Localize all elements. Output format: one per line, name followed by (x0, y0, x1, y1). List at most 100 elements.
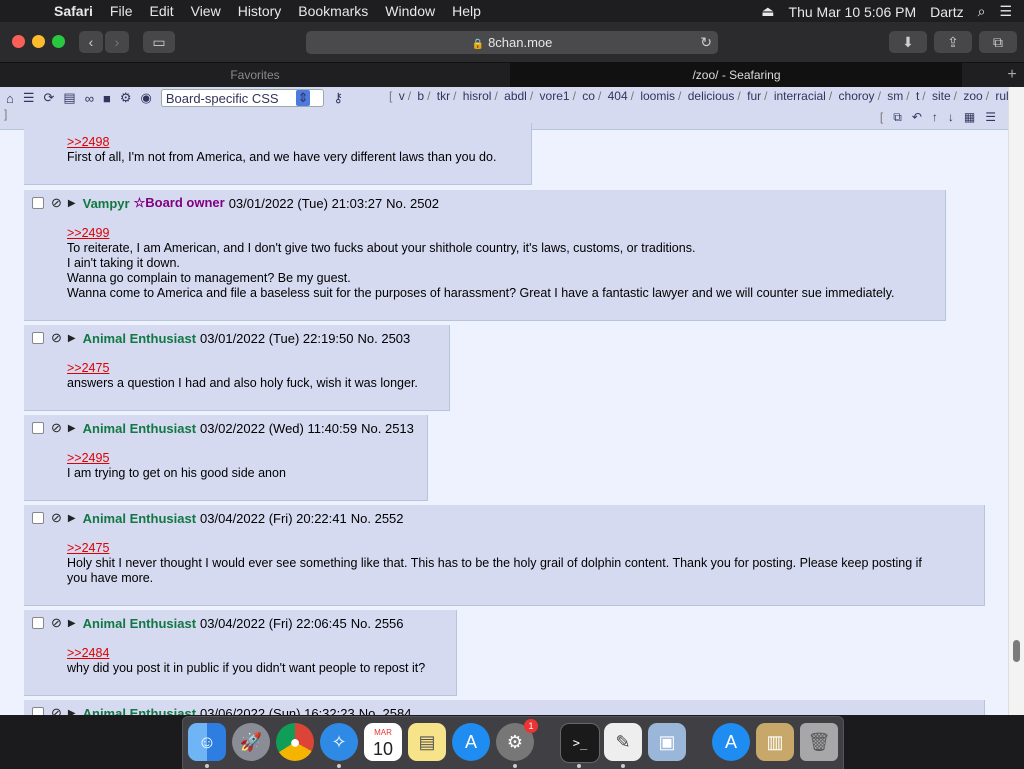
page-scrollbar[interactable] (1008, 87, 1024, 715)
textedit-icon[interactable]: ✎ (604, 723, 642, 761)
board-link-rule34[interactable]: rule34 (995, 89, 1008, 103)
post-number[interactable]: No. 2513 (361, 421, 414, 436)
system-preferences-icon[interactable]: ⚙ 1 (496, 719, 538, 761)
hide-post-icon[interactable]: ⊘ (51, 615, 62, 631)
board-link-b[interactable]: b (417, 89, 424, 103)
board-link-loomis[interactable]: loomis (640, 89, 675, 103)
tab-active[interactable]: /zoo/ - Seafaring (511, 63, 962, 87)
post-number[interactable]: No. 2503 (358, 331, 411, 346)
post-quote-link[interactable]: >>2475 (67, 361, 109, 375)
safari-icon[interactable]: ✧ (320, 723, 358, 761)
notes-icon[interactable]: ▤ (408, 723, 446, 761)
board-link-hisrol[interactable]: hisrol (463, 89, 492, 103)
board-link-site[interactable]: site (932, 89, 951, 103)
spotlight-search-icon[interactable]: ⌕ (978, 3, 986, 20)
terminal-icon[interactable]: >_ (560, 723, 600, 763)
post-quote-link[interactable]: >>2499 (67, 226, 109, 240)
refresh-icon[interactable]: ⟳ (44, 90, 55, 106)
calendar-icon[interactable]: MAR 10 (364, 723, 402, 761)
hide-post-icon[interactable]: ⊘ (51, 510, 62, 526)
back-button[interactable]: ‹ (79, 31, 103, 53)
sidebar-toggle-button[interactable]: ▭ (143, 31, 175, 53)
board-link-tkr[interactable]: tkr (437, 89, 450, 103)
hide-post-icon[interactable]: ⊘ (51, 420, 62, 436)
post-number[interactable]: No. 2556 (351, 616, 404, 631)
hide-post-icon[interactable]: ⊘ (51, 195, 62, 211)
post-menu-icon[interactable]: ▶ (68, 423, 76, 434)
tab-favorites[interactable]: Favorites (0, 63, 511, 87)
post-checkbox[interactable] (32, 617, 44, 629)
preview-icon[interactable]: ▣ (648, 723, 686, 761)
new-tab-button[interactable]: + (1000, 63, 1024, 87)
scroll-bottom-icon[interactable]: ↓ (948, 110, 954, 125)
close-window-button[interactable] (12, 35, 25, 48)
index-list-icon[interactable]: ☰ (985, 110, 996, 125)
catalog-grid-icon[interactable]: ▦ (964, 110, 975, 125)
address-bar[interactable]: 🔒 8chan.moe ↻ (306, 31, 718, 54)
scrollbar-thumb[interactable] (1013, 640, 1020, 662)
menu-edit[interactable]: Edit (149, 3, 173, 19)
post-menu-icon[interactable]: ▶ (68, 618, 76, 629)
post-menu-icon[interactable]: ▶ (68, 513, 76, 524)
post-number[interactable]: No. 2502 (386, 196, 439, 211)
menu-bookmarks[interactable]: Bookmarks (298, 3, 368, 19)
settings-gear-icon[interactable]: ⚙ (120, 90, 132, 106)
app-store-2-icon[interactable]: A (712, 723, 750, 761)
post-number[interactable]: No. 2552 (351, 511, 404, 526)
share-button[interactable]: ⇪ (934, 31, 972, 53)
post-checkbox[interactable] (32, 512, 44, 524)
archive-icon[interactable]: ■ (103, 91, 111, 106)
board-link-choroy[interactable]: choroy (839, 89, 875, 103)
scroll-top-icon[interactable]: ↑ (932, 110, 938, 125)
menu-app[interactable]: Safari (54, 3, 93, 19)
board-link-404[interactable]: 404 (608, 89, 628, 103)
menu-view[interactable]: View (191, 3, 221, 19)
chrome-icon[interactable]: ● (276, 723, 314, 761)
watcher-eye-icon[interactable]: ◉ (141, 90, 152, 106)
trash-icon[interactable]: 🗑 (800, 723, 838, 761)
forward-button[interactable]: › (105, 31, 129, 53)
hide-post-icon[interactable]: ⊘ (51, 330, 62, 346)
menu-history[interactable]: History (238, 3, 282, 19)
board-link-vore1[interactable]: vore1 (540, 89, 570, 103)
app-store-icon[interactable]: A (452, 723, 490, 761)
board-link-zoo[interactable]: zoo (963, 89, 982, 103)
undo-icon[interactable]: ↶ (912, 110, 922, 125)
minimize-window-button[interactable] (32, 35, 45, 48)
board-link-fur[interactable]: fur (747, 89, 761, 103)
boards-icon[interactable]: ▤ (63, 90, 75, 106)
expand-all-icon[interactable]: ⧉ (893, 110, 902, 125)
post-quote-link[interactable]: >>2495 (67, 451, 109, 465)
menu-file[interactable]: File (110, 3, 133, 19)
overboard-icon[interactable]: ∞ (85, 91, 94, 106)
post-quote-link[interactable]: >>2498 (67, 135, 109, 149)
notification-center-icon[interactable]: ☰ (999, 3, 1012, 20)
post-checkbox[interactable] (32, 707, 44, 715)
post-menu-icon[interactable]: ▶ (68, 708, 76, 716)
board-link-delicious[interactable]: delicious (688, 89, 735, 103)
board-link-co[interactable]: co (582, 89, 595, 103)
app-icon[interactable]: ▥ (756, 723, 794, 761)
menubar-clock[interactable]: Thu Mar 10 5:06 PM (789, 4, 917, 20)
downloads-button[interactable]: ⬇ (889, 31, 927, 53)
post-quote-link[interactable]: >>2475 (67, 541, 109, 555)
hide-post-icon[interactable]: ⊘ (51, 705, 62, 715)
board-link-interracial[interactable]: interracial (774, 89, 826, 103)
board-link-t[interactable]: t (916, 89, 919, 103)
menu-help[interactable]: Help (452, 3, 481, 19)
post-checkbox[interactable] (32, 332, 44, 344)
post-menu-icon[interactable]: ▶ (68, 333, 76, 344)
post-checkbox[interactable] (32, 197, 44, 209)
post-menu-icon[interactable]: ▶ (68, 198, 76, 209)
board-link-abdl[interactable]: abdl (504, 89, 527, 103)
key-icon[interactable]: ⚷ (333, 90, 343, 106)
zoom-window-button[interactable] (52, 35, 65, 48)
finder-icon[interactable]: ☺ (188, 723, 226, 761)
home-icon[interactable]: ⌂ (6, 91, 14, 106)
board-link-sm[interactable]: sm (887, 89, 903, 103)
board-link-v[interactable]: v (399, 89, 405, 103)
menu-window[interactable]: Window (385, 3, 435, 19)
menubar-user[interactable]: Dartz (930, 4, 963, 20)
post-number[interactable]: No. 2584 (359, 706, 412, 716)
css-select-dropdown[interactable]: Board-specific CSS ⇕ (160, 89, 325, 107)
